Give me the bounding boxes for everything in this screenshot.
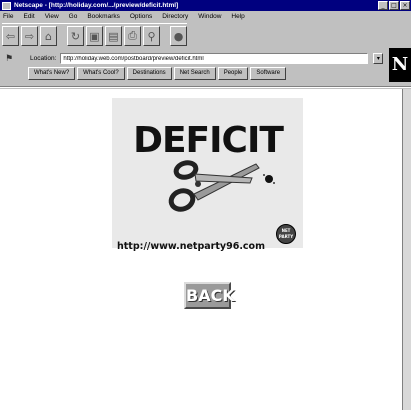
menu-options[interactable]: Options (130, 13, 152, 20)
netscape-app-icon (2, 1, 11, 10)
menu-help[interactable]: Help (231, 13, 244, 20)
banner-url[interactable]: http://www.netparty96.com (117, 241, 265, 252)
navigation-toolbar: ⇦ ⇨ ⌂ ↻ ▣ ▤ ⎙ ⚲ ● (2, 23, 187, 48)
net-party-badge: NET PARTY (276, 224, 296, 244)
print-icon[interactable]: ⎙ (124, 26, 141, 46)
open-icon[interactable]: ▤ (105, 26, 122, 46)
menu-bookmarks[interactable]: Bookmarks (87, 13, 120, 20)
location-label: Location: (30, 55, 57, 62)
menu-directory[interactable]: Directory (162, 13, 188, 20)
vertical-scrollbar[interactable] (402, 89, 411, 410)
location-bar: ⚑ Location: ▾ (2, 52, 386, 65)
toolbar-separator (0, 86, 411, 88)
browser-window: Netscape - [http://holiday.com/.../previ… (0, 0, 411, 410)
destinations-button[interactable]: Destinations (126, 67, 172, 80)
close-button[interactable]: × (400, 1, 410, 10)
maximize-button[interactable]: □ (389, 1, 399, 10)
page-content: DEFICIT NET PARTY http://www.netparty96.… (0, 89, 402, 410)
chevron-down-icon[interactable]: ▾ (373, 53, 384, 64)
software-button[interactable]: Software (250, 67, 287, 80)
images-icon[interactable]: ▣ (86, 26, 103, 46)
menu-edit[interactable]: Edit (23, 13, 34, 20)
directory-buttons: What's New? What's Cool? Destinations Ne… (28, 67, 287, 80)
forward-icon[interactable]: ⇨ (21, 26, 38, 46)
menu-view[interactable]: View (45, 13, 59, 20)
minimize-button[interactable]: _ (378, 1, 388, 10)
back-icon[interactable]: ⇦ (2, 26, 19, 46)
net-search-button[interactable]: Net Search (173, 67, 216, 80)
deficit-banner: DEFICIT NET PARTY http://www.netparty96.… (112, 98, 303, 252)
window-title: Netscape - [http://holiday.com/.../previ… (14, 2, 179, 9)
menu-bar: File Edit View Go Bookmarks Options Dire… (0, 11, 411, 22)
title-bar[interactable]: Netscape - [http://holiday.com/.../previ… (0, 0, 411, 11)
reload-icon[interactable]: ↻ (67, 26, 84, 46)
location-input[interactable] (60, 53, 369, 64)
netscape-logo: N (389, 48, 411, 82)
scissors-icon (168, 160, 260, 212)
find-icon[interactable]: ⚲ (143, 26, 160, 46)
people-button[interactable]: People (217, 67, 249, 80)
stop-icon[interactable]: ● (170, 26, 187, 46)
menu-go[interactable]: Go (69, 13, 78, 20)
menu-file[interactable]: File (3, 13, 13, 20)
home-icon[interactable]: ⌂ (40, 26, 57, 46)
banner-title: DEFICIT (133, 120, 284, 161)
back-button[interactable]: BACK (184, 282, 235, 309)
whats-new-button[interactable]: What's New? (28, 67, 76, 80)
menu-window[interactable]: Window (198, 13, 221, 20)
bookmark-icon[interactable]: ⚑ (2, 53, 16, 65)
whats-cool-button[interactable]: What's Cool? (77, 67, 125, 80)
debris-icon (263, 174, 275, 184)
